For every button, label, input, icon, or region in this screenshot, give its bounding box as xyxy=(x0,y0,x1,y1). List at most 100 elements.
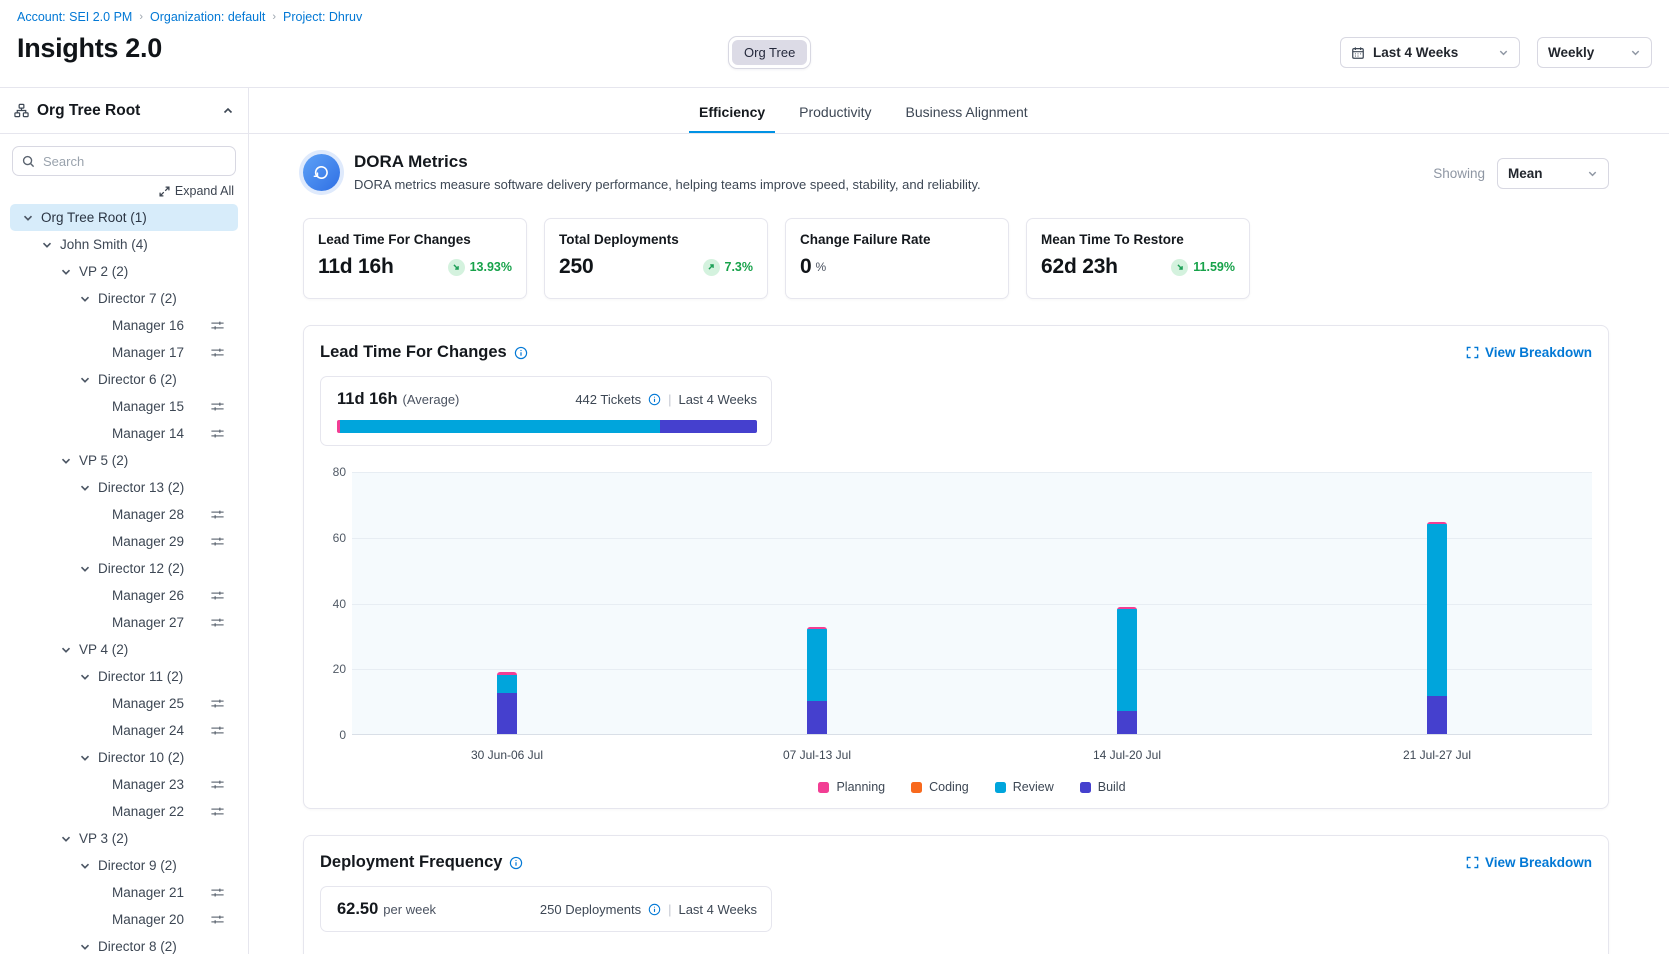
tree-item-director-8-2[interactable]: Director 8 (2) xyxy=(10,933,238,954)
chevron-down-icon[interactable] xyxy=(60,644,72,656)
collapse-panel-chevron-up-icon[interactable] xyxy=(222,105,234,117)
tree-item-john-smith-4[interactable]: John Smith (4) xyxy=(10,231,238,258)
tab-productivity[interactable]: Productivity xyxy=(789,93,881,133)
tree-item-label: Manager 25 xyxy=(112,696,184,711)
org-tree-sidebar: Org Tree Root xyxy=(0,88,249,954)
chevron-down-icon[interactable] xyxy=(79,671,91,683)
x-axis-tick-label: 21 Jul-27 Jul xyxy=(1403,748,1471,762)
dora-title: DORA Metrics xyxy=(354,152,981,172)
info-icon[interactable] xyxy=(509,856,523,870)
sliders-settings-icon[interactable] xyxy=(210,723,225,738)
tree-item-manager-22[interactable]: Manager 22 xyxy=(10,798,238,825)
tree-item-manager-24[interactable]: Manager 24 xyxy=(10,717,238,744)
sliders-settings-icon[interactable] xyxy=(210,318,225,333)
tree-item-label: Manager 26 xyxy=(112,588,184,603)
breadcrumb-link[interactable]: Organization: default xyxy=(150,10,265,24)
chevron-down-icon[interactable] xyxy=(60,833,72,845)
sliders-settings-icon[interactable] xyxy=(210,534,225,549)
tree-item-manager-26[interactable]: Manager 26 xyxy=(10,582,238,609)
tree-item-director-12-2[interactable]: Director 12 (2) xyxy=(10,555,238,582)
ltc-tickets-count: 442 Tickets xyxy=(575,392,641,407)
breadcrumb-link[interactable]: Project: Dhruv xyxy=(283,10,362,24)
calendar-icon xyxy=(1351,46,1365,60)
sliders-settings-icon[interactable] xyxy=(210,615,225,630)
chevron-down-icon xyxy=(1498,47,1509,58)
info-icon[interactable] xyxy=(648,393,661,406)
sliders-settings-icon[interactable] xyxy=(210,426,225,441)
legend-item-coding[interactable]: Coding xyxy=(911,780,969,794)
sliders-settings-icon[interactable] xyxy=(210,588,225,603)
tree-item-vp-5-2[interactable]: VP 5 (2) xyxy=(10,447,238,474)
tree-item-manager-29[interactable]: Manager 29 xyxy=(10,528,238,555)
chevron-down-icon[interactable] xyxy=(79,941,91,953)
tree-item-manager-14[interactable]: Manager 14 xyxy=(10,420,238,447)
org-tree-toggle-button[interactable]: Org Tree xyxy=(728,36,811,69)
tree-item-manager-16[interactable]: Manager 16 xyxy=(10,312,238,339)
expand-all-button[interactable]: Expand All xyxy=(159,184,234,198)
sliders-settings-icon[interactable] xyxy=(210,912,225,927)
tree-item-director-9-2[interactable]: Director 9 (2) xyxy=(10,852,238,879)
chevron-down-icon[interactable] xyxy=(79,293,91,305)
legend-item-review[interactable]: Review xyxy=(995,780,1054,794)
df-view-breakdown-link[interactable]: View Breakdown xyxy=(1466,855,1592,870)
tab-business-alignment[interactable]: Business Alignment xyxy=(896,93,1038,133)
legend-item-planning[interactable]: Planning xyxy=(818,780,885,794)
chevron-down-icon[interactable] xyxy=(79,374,91,386)
tree-item-director-11-2[interactable]: Director 11 (2) xyxy=(10,663,238,690)
expand-all-icon xyxy=(159,186,170,197)
sliders-settings-icon[interactable] xyxy=(210,507,225,522)
chevron-down-icon[interactable] xyxy=(79,752,91,764)
sliders-settings-icon[interactable] xyxy=(210,345,225,360)
legend-item-build[interactable]: Build xyxy=(1080,780,1126,794)
granularity-select[interactable]: Weekly xyxy=(1537,37,1652,68)
tree-item-vp-4-2[interactable]: VP 4 (2) xyxy=(10,636,238,663)
tree-item-manager-17[interactable]: Manager 17 xyxy=(10,339,238,366)
chevron-down-icon[interactable] xyxy=(79,563,91,575)
metric-delta: 7.3% xyxy=(725,260,754,274)
breadcrumb-link[interactable]: Account: SEI 2.0 PM xyxy=(17,10,132,24)
sidebar-title: Org Tree Root xyxy=(37,102,214,120)
tabs-bar: Efficiency Productivity Business Alignment xyxy=(249,88,1669,134)
x-axis-tick-label: 07 Jul-13 Jul xyxy=(783,748,851,762)
sliders-settings-icon[interactable] xyxy=(210,804,225,819)
sliders-settings-icon[interactable] xyxy=(210,399,225,414)
info-icon[interactable] xyxy=(648,903,661,916)
trend-up-arrow-icon xyxy=(703,259,720,276)
sliders-settings-icon[interactable] xyxy=(210,885,225,900)
tree-item-manager-28[interactable]: Manager 28 xyxy=(10,501,238,528)
showing-select[interactable]: Mean xyxy=(1497,158,1609,189)
tab-efficiency[interactable]: Efficiency xyxy=(689,93,775,133)
search-input[interactable] xyxy=(43,154,226,169)
tree-item-director-10-2[interactable]: Director 10 (2) xyxy=(10,744,238,771)
tree-item-manager-15[interactable]: Manager 15 xyxy=(10,393,238,420)
tree-item-director-7-2[interactable]: Director 7 (2) xyxy=(10,285,238,312)
bar-segment-review xyxy=(497,675,517,693)
tree-item-manager-25[interactable]: Manager 25 xyxy=(10,690,238,717)
tree-item-vp-2-2[interactable]: VP 2 (2) xyxy=(10,258,238,285)
tree-item-director-13-2[interactable]: Director 13 (2) xyxy=(10,474,238,501)
tree-item-director-6-2[interactable]: Director 6 (2) xyxy=(10,366,238,393)
chevron-down-icon[interactable] xyxy=(60,266,72,278)
ltc-view-breakdown-link[interactable]: View Breakdown xyxy=(1466,345,1592,360)
tree-item-manager-23[interactable]: Manager 23 xyxy=(10,771,238,798)
deployment-frequency-panel: Deployment Frequency View Breakdown xyxy=(303,835,1609,954)
chevron-down-icon[interactable] xyxy=(22,212,34,224)
info-icon[interactable] xyxy=(514,346,528,360)
date-range-select[interactable]: Last 4 Weeks xyxy=(1340,37,1520,68)
tree-item-manager-20[interactable]: Manager 20 xyxy=(10,906,238,933)
legend-label: Build xyxy=(1098,780,1126,794)
chevron-down-icon[interactable] xyxy=(79,860,91,872)
chevron-down-icon[interactable] xyxy=(60,455,72,467)
tree-item-manager-27[interactable]: Manager 27 xyxy=(10,609,238,636)
sliders-settings-icon[interactable] xyxy=(210,696,225,711)
chevron-down-icon[interactable] xyxy=(41,239,53,251)
tree-item-vp-3-2[interactable]: VP 3 (2) xyxy=(10,825,238,852)
dora-metric-cards: Lead Time For Changes11d 16h13.93%Total … xyxy=(303,218,1609,299)
ltc-summary-box: 11d 16h (Average) 442 Tickets | Last 4 W… xyxy=(320,376,772,446)
chevron-down-icon[interactable] xyxy=(79,482,91,494)
tree-item-org-tree-root-1[interactable]: Org Tree Root (1) xyxy=(10,204,238,231)
sliders-settings-icon[interactable] xyxy=(210,777,225,792)
bar-segment-build xyxy=(497,693,517,734)
df-summary-qualifier: per week xyxy=(383,902,436,917)
tree-item-manager-21[interactable]: Manager 21 xyxy=(10,879,238,906)
